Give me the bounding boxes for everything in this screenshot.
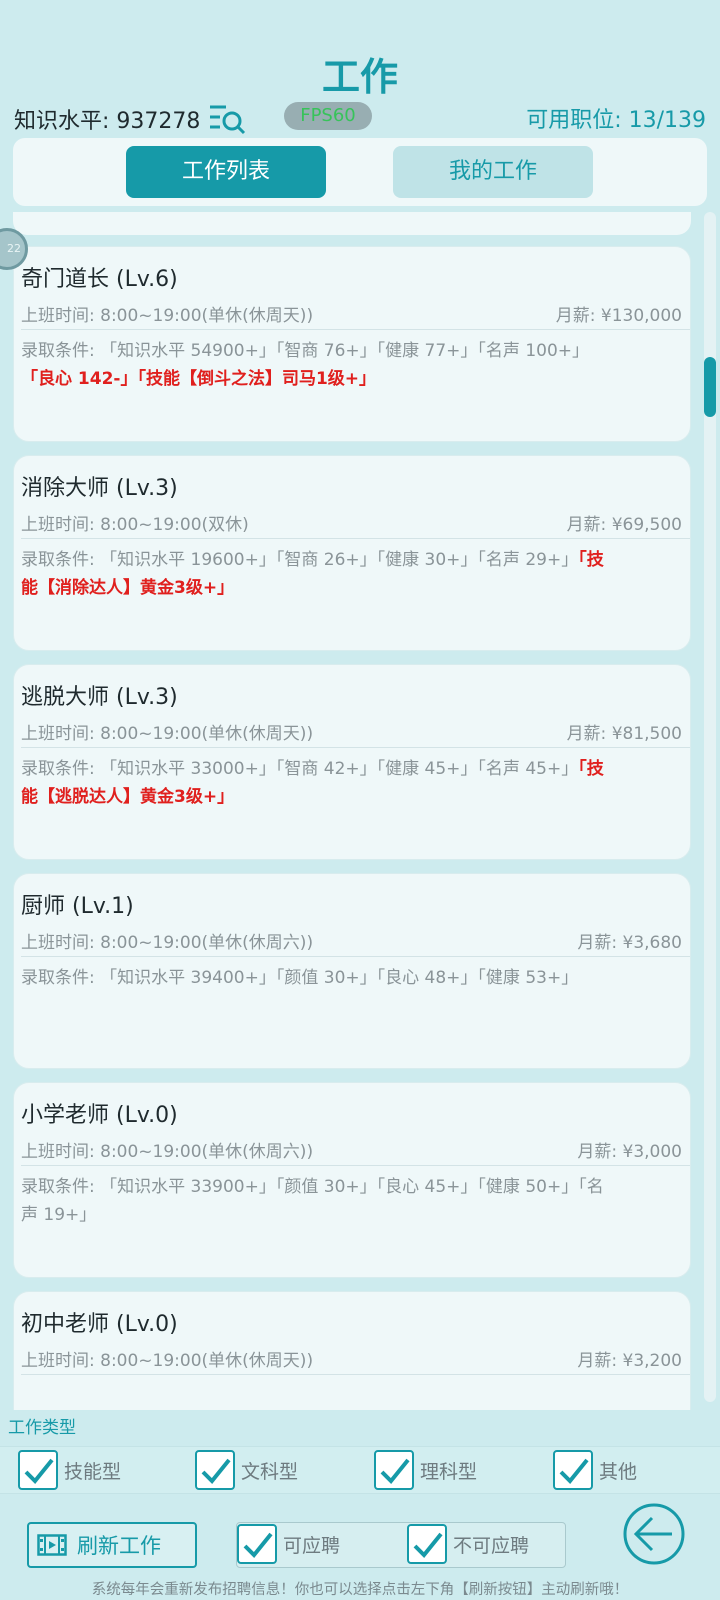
filter-type-name: 文科型 — [241, 1460, 299, 1483]
job-work-time: 上班时间: 8:00~19:00(双休) — [21, 515, 249, 535]
job-work-time: 上班时间: 8:00~19:00(单休(休周天)) — [21, 1351, 314, 1371]
job-card[interactable]: 逃脱大师 (Lv.3) 上班时间: 8:00~19:00(单休(休周天)) 月薪… — [13, 664, 691, 860]
job-type-filter: 技能型 文科型 理科型 其他 — [0, 1446, 720, 1494]
job-requirements-text: 录取条件: 「知识水平 54900+」「智商 76+」「健康 77+」「名声 1… — [21, 341, 590, 361]
job-work-time: 上班时间: 8:00~19:00(单休(休周天)) — [21, 306, 314, 326]
refresh-jobs-button[interactable]: 刷新工作 — [27, 1522, 197, 1568]
tab-my-jobs[interactable]: 我的工作 — [393, 146, 593, 198]
job-card[interactable]: 小学老师 (Lv.0) 上班时间: 8:00~19:00(单休(休周六)) 月薪… — [13, 1082, 691, 1278]
job-salary: 月薪: ¥130,000 — [555, 306, 682, 326]
search-icon[interactable] — [208, 102, 248, 136]
page-title: 工作 — [321, 55, 398, 99]
back-arrow-icon[interactable] — [622, 1502, 686, 1566]
checkbox[interactable] — [407, 1524, 447, 1564]
refresh-jobs-label: 刷新工作 — [77, 1534, 161, 1558]
bottom-bar: 刷新工作 可应聘 不可应聘 系统每年会重新发布招聘信息！你也可以选择点击左下角【… — [0, 1494, 720, 1600]
job-salary: 月薪: ¥3,000 — [577, 1142, 682, 1162]
tab-bar: 工作列表 我的工作 — [13, 138, 707, 206]
available-positions: 可用职位: 13/139 — [526, 108, 706, 133]
fps-badge: FPS60 — [284, 102, 372, 130]
job-name: 逃脱大师 (Lv.3) — [21, 685, 178, 710]
check-icon — [24, 1458, 54, 1484]
job-card[interactable]: 奇门道长 (Lv.6) 上班时间: 8:00~19:00(单休(休周天)) 月薪… — [13, 246, 691, 442]
job-name: 小学老师 (Lv.0) — [21, 1103, 178, 1128]
job-requirements-text: 录取条件: 「知识水平 33000+」「智商 42+」「健康 45+」「名声 4… — [21, 759, 579, 779]
filter-other-type[interactable]: 其他 — [553, 1450, 637, 1490]
check-icon — [201, 1458, 231, 1484]
refresh-tip: 系统每年会重新发布招聘信息！你也可以选择点击左下角【刷新按钮】主动刷新哦！ — [91, 1582, 629, 1598]
checkbox[interactable] — [195, 1450, 235, 1490]
card-divider — [21, 538, 690, 539]
checkbox[interactable] — [18, 1450, 58, 1490]
card-divider — [21, 1374, 690, 1375]
job-requirements-text: 录取条件: 「知识水平 33900+」「颜值 30+」「良心 45+」「健康 5… — [21, 1177, 604, 1225]
job-salary: 月薪: ¥69,500 — [566, 515, 682, 535]
job-card[interactable]: 厨师 (Lv.1) 上班时间: 8:00~19:00(单休(休周六)) 月薪: … — [13, 873, 691, 1069]
filter-available[interactable]: 可应聘 — [237, 1524, 340, 1564]
knowledge-level: 知识水平: 937278 — [14, 102, 248, 136]
job-name: 消除大师 (Lv.3) — [21, 476, 178, 501]
filter-type-label: 工作类型 — [8, 1418, 76, 1438]
filter-type-name: 技能型 — [64, 1460, 122, 1483]
filter-skill-type[interactable]: 技能型 — [18, 1450, 121, 1490]
film-icon — [37, 1534, 67, 1556]
checkbox[interactable] — [553, 1450, 593, 1490]
job-work-time: 上班时间: 8:00~19:00(单休(休周六)) — [21, 933, 314, 953]
filter-science-type[interactable]: 理科型 — [374, 1450, 477, 1490]
job-work-time: 上班时间: 8:00~19:00(单休(休周六)) — [21, 1142, 314, 1162]
card-divider — [21, 956, 690, 957]
card-divider — [21, 1165, 690, 1166]
filter-unavailable[interactable]: 不可应聘 — [407, 1524, 529, 1564]
card-divider — [21, 747, 690, 748]
job-requirements: 录取条件: 「知识水平 33900+」「颜值 30+」「良心 45+」「健康 5… — [21, 1173, 611, 1229]
filter-available-label: 可应聘 — [283, 1534, 341, 1557]
checkbox[interactable] — [237, 1524, 277, 1564]
knowledge-label: 知识水平: 937278 — [14, 109, 201, 134]
job-name: 初中老师 (Lv.0) — [21, 1312, 178, 1337]
check-icon — [243, 1532, 273, 1558]
check-icon — [413, 1532, 443, 1558]
job-card-partial — [13, 212, 691, 235]
filter-type-name: 理科型 — [420, 1460, 478, 1483]
check-icon — [380, 1458, 410, 1484]
checkbox[interactable] — [374, 1450, 414, 1490]
job-card[interactable]: 初中老师 (Lv.0) 上班时间: 8:00~19:00(单休(休周天)) 月薪… — [13, 1291, 691, 1410]
job-requirements: 录取条件: 「知识水平 39400+」「颜值 30+」「良心 48+」「健康 5… — [21, 964, 611, 992]
job-salary: 月薪: ¥3,200 — [577, 1351, 682, 1371]
job-requirements-unmet: 「良心 142-」「技能【倒斗之法】司马1级+」 — [21, 369, 377, 389]
filter-unavailable-label: 不可应聘 — [453, 1534, 530, 1557]
job-card[interactable]: 消除大师 (Lv.3) 上班时间: 8:00~19:00(双休) 月薪: ¥69… — [13, 455, 691, 651]
job-requirements-text: 录取条件: 「知识水平 19600+」「智商 26+」「健康 30+」「名声 2… — [21, 550, 579, 570]
job-name: 厨师 (Lv.1) — [21, 894, 134, 919]
job-requirements: 录取条件: 「知识水平 19600+」「智商 26+」「健康 30+」「名声 2… — [21, 546, 611, 602]
job-requirements-text: 录取条件: 「知识水平 39400+」「颜值 30+」「良心 48+」「健康 5… — [21, 968, 579, 988]
job-requirements: 录取条件: 「知识水平 33000+」「智商 42+」「健康 45+」「名声 4… — [21, 755, 611, 811]
job-work-time: 上班时间: 8:00~19:00(单休(休周天)) — [21, 724, 314, 744]
job-requirements: 录取条件: 「知识水平 54900+」「智商 76+」「健康 77+」「名声 1… — [21, 337, 611, 393]
job-name: 奇门道长 (Lv.6) — [21, 267, 178, 292]
tab-job-list[interactable]: 工作列表 — [126, 146, 326, 198]
scrollbar-thumb[interactable] — [704, 357, 716, 417]
card-divider — [21, 329, 690, 330]
job-salary: 月薪: ¥3,680 — [577, 933, 682, 953]
filter-type-name: 其他 — [599, 1460, 638, 1483]
job-salary: 月薪: ¥81,500 — [566, 724, 682, 744]
filter-liberal-arts-type[interactable]: 文科型 — [195, 1450, 298, 1490]
availability-filter: 可应聘 不可应聘 — [236, 1522, 566, 1568]
check-icon — [559, 1458, 589, 1484]
job-list[interactable]: 奇门道长 (Lv.6) 上班时间: 8:00~19:00(单休(休周天)) 月薪… — [0, 212, 720, 1410]
